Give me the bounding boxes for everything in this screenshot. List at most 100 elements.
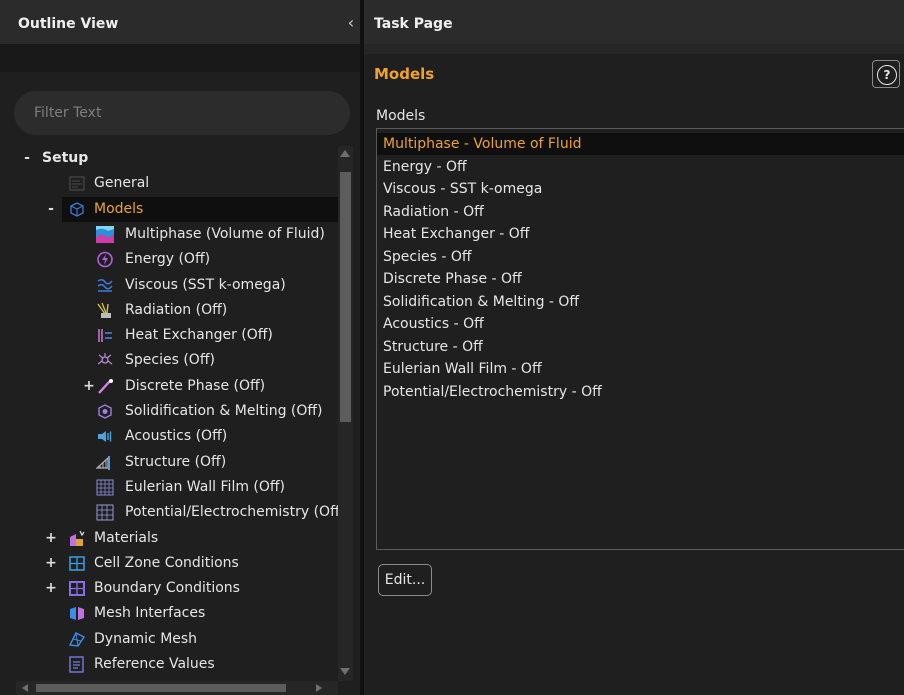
solidification-icon [96, 403, 114, 420]
model-list-item[interactable]: Energy - Off [377, 156, 904, 178]
scroll-right-arrow-icon[interactable] [316, 684, 322, 692]
outline-view-title: Outline View [18, 16, 119, 32]
expand-toggle-icon[interactable]: + [44, 526, 58, 551]
expand-toggle-icon[interactable]: + [82, 374, 96, 399]
model-list-item[interactable]: Eulerian Wall Film - Off [377, 358, 904, 380]
model-list-item[interactable]: Potential/Electrochemistry - Off [377, 381, 904, 403]
multiphase-icon [96, 225, 114, 243]
model-list-item[interactable]: Acoustics - Off [377, 313, 904, 335]
task-page-panel: Task Page Models ? Models Multiphase - V… [364, 0, 904, 695]
model-list-item[interactable]: Solidification & Melting - Off [377, 291, 904, 313]
tree-item-label: Materials [94, 529, 159, 546]
tree-item-viscous-sst-k-omega[interactable]: Viscous (SST k-omega) [0, 273, 338, 298]
tree-item-structure-off[interactable]: Structure (Off) [0, 450, 338, 475]
model-list-item[interactable]: Multiphase - Volume of Fluid [377, 133, 904, 155]
model-list-item[interactable]: Viscous - SST k-omega [377, 178, 904, 200]
collapse-toggle-icon[interactable]: - [44, 197, 58, 222]
tree-item-label: Models [94, 200, 144, 217]
tree-item-label: Viscous (SST k-omega) [125, 276, 286, 293]
tree-item-energy-off[interactable]: Energy (Off) [0, 247, 338, 272]
tree-item-label: Cell Zone Conditions [94, 554, 239, 571]
outline-toolbar-strip [0, 44, 360, 72]
tree-horizontal-scrollbar[interactable] [16, 681, 338, 695]
filter-box[interactable] [14, 91, 350, 135]
collapse-toggle-icon[interactable]: - [20, 146, 34, 171]
wall-film-icon [96, 479, 114, 496]
tree-item-reference-values[interactable]: Reference Values [0, 652, 338, 677]
electrochemistry-icon [96, 504, 114, 521]
tree-item-multiphase-volume-of-fluid[interactable]: Multiphase (Volume of Fluid) [0, 222, 338, 247]
tree-item-label: Acoustics (Off) [125, 428, 228, 445]
tree-item-discrete-phase-off[interactable]: + Discrete Phase (Off) [0, 374, 338, 399]
model-list-item[interactable]: Discrete Phase - Off [377, 268, 904, 290]
tree-item-setup[interactable]: - Setup [0, 146, 338, 171]
tree-item-label: Solidification & Melting (Off) [125, 403, 323, 419]
tree-item-potential-electrochemistry-off[interactable]: Potential/Electrochemistry (Off) [0, 500, 338, 525]
tree-item-eulerian-wall-film-off[interactable]: Eulerian Wall Film (Off) [0, 475, 338, 500]
tree-item-cell-zone-conditions[interactable]: + Cell Zone Conditions [0, 551, 338, 576]
collapse-panel-button[interactable]: ‹ [344, 14, 358, 32]
models-listbox[interactable]: Multiphase - Volume of Fluid Energy - Off… [376, 128, 904, 550]
tree-item-acoustics-off[interactable]: Acoustics (Off) [0, 424, 338, 449]
models-heading: Models [374, 65, 435, 83]
tree-item-boundary-conditions[interactable]: + Boundary Conditions [0, 576, 338, 601]
model-list-item[interactable]: Heat Exchanger - Off [377, 223, 904, 245]
filter-text-input[interactable] [34, 103, 334, 123]
tree-item-solidification-melting-off[interactable]: Solidification & Melting (Off) [0, 399, 338, 424]
vertical-scroll-thumb[interactable] [340, 172, 351, 422]
cell-zone-icon [68, 555, 86, 572]
tree-item-label: Reference Values [94, 656, 215, 672]
outline-tree: - Setup General - Models Multiphase (Volume o… [0, 146, 338, 681]
models-list-label: Models [376, 108, 426, 124]
reference-values-icon [68, 656, 86, 673]
tree-item-models[interactable]: - Models [48, 196, 338, 222]
model-list-item[interactable]: Structure - Off [377, 336, 904, 358]
tree-item-label: Setup [42, 150, 89, 166]
help-icon: ? [877, 65, 897, 85]
radiation-icon [96, 302, 114, 319]
model-list-item[interactable]: Radiation - Off [377, 201, 904, 223]
help-button[interactable]: ? [872, 60, 900, 88]
models-icon [68, 201, 86, 218]
tree-item-heat-exchanger-off[interactable]: Heat Exchanger (Off) [0, 323, 338, 348]
materials-icon [68, 530, 86, 547]
tree-item-species-off[interactable]: Species (Off) [0, 348, 338, 373]
scroll-down-arrow-icon[interactable] [340, 668, 350, 675]
horizontal-scroll-thumb[interactable] [36, 684, 286, 692]
scroll-left-arrow-icon[interactable] [22, 684, 28, 692]
tree-item-mesh-interfaces[interactable]: Mesh Interfaces [0, 601, 338, 626]
edit-button[interactable]: Edit... [378, 564, 432, 596]
tree-vertical-scrollbar[interactable] [338, 146, 353, 681]
tree-item-label: Heat Exchanger (Off) [125, 327, 273, 344]
viscous-icon [96, 277, 114, 294]
task-page-title: Task Page [374, 16, 453, 32]
acoustics-icon [96, 428, 114, 445]
tree-item-label: Energy (Off) [125, 251, 211, 268]
tree-item-label: Radiation (Off) [125, 301, 228, 318]
task-page-header: Task Page [364, 0, 904, 44]
mesh-interfaces-icon [68, 605, 86, 622]
species-icon [96, 352, 114, 369]
tree-item-label: Discrete Phase (Off) [125, 377, 266, 394]
tree-item-label: Dynamic Mesh [94, 630, 198, 647]
tree-item-label: Boundary Conditions [94, 580, 240, 597]
scroll-up-arrow-icon[interactable] [340, 150, 350, 157]
tree-item-label: Structure (Off) [125, 453, 227, 470]
tree-item-label: Mesh Interfaces [94, 605, 206, 622]
tree-item-radiation-off[interactable]: Radiation (Off) [0, 298, 338, 323]
tree-item-label: Species (Off) [125, 352, 215, 369]
tree-item-label: Potential/Electrochemistry (Off) [125, 504, 338, 521]
outline-view-header: Outline View ‹ [0, 0, 360, 44]
tree-item-dynamic-mesh[interactable]: Dynamic Mesh [0, 627, 338, 652]
expand-toggle-icon[interactable]: + [44, 551, 58, 576]
heat-exchanger-icon [96, 327, 114, 344]
tree-item-label: Eulerian Wall Film (Off) [125, 478, 286, 495]
model-list-item[interactable]: Species - Off [377, 246, 904, 268]
tree-item-materials[interactable]: + Materials [0, 526, 338, 551]
outline-view-panel: Outline View ‹ -SetupGeneral-ModelsMulti… [0, 0, 360, 695]
expand-toggle-icon[interactable]: + [44, 576, 58, 601]
task-toolbar-strip [364, 44, 904, 54]
structure-icon [95, 454, 114, 471]
boundary-icon [68, 580, 86, 597]
tree-item-general[interactable]: General [0, 171, 338, 196]
